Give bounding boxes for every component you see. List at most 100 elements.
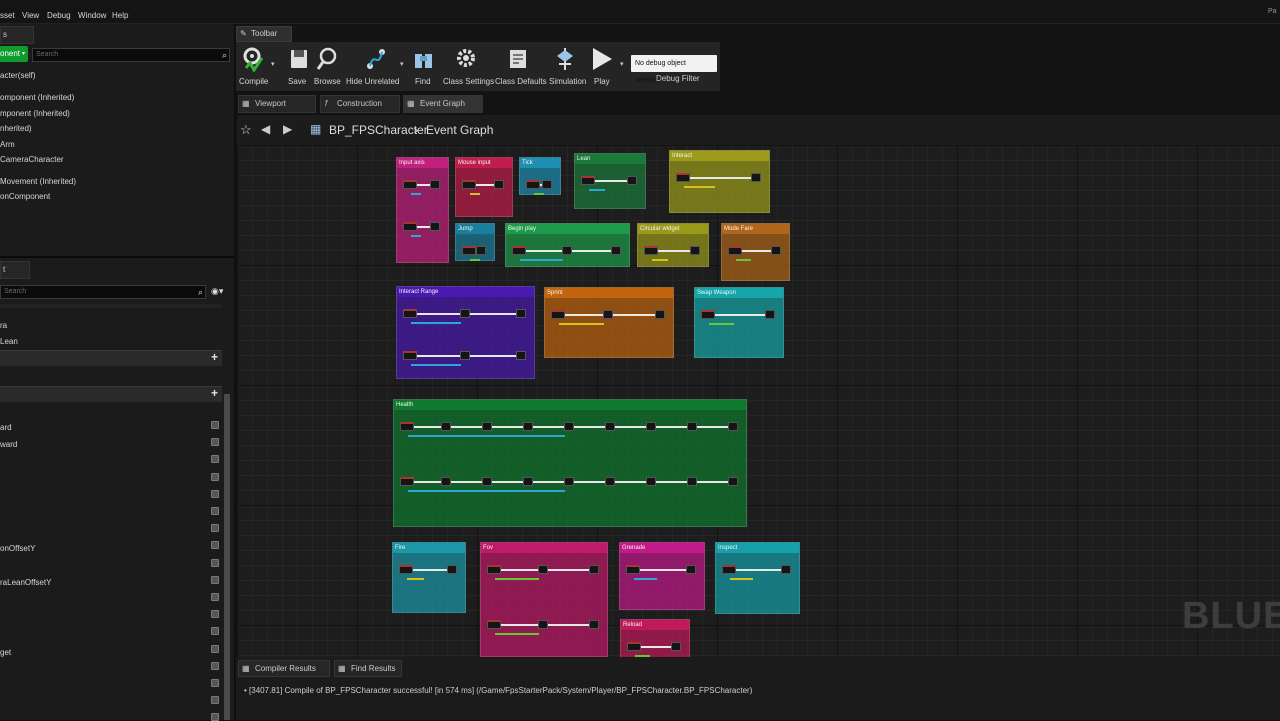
- graph-node[interactable]: [644, 246, 658, 255]
- eye-icon[interactable]: [211, 507, 219, 515]
- graph-node[interactable]: [611, 246, 621, 255]
- graph-node[interactable]: [403, 222, 417, 231]
- graph-node[interactable]: [728, 477, 738, 486]
- save-button[interactable]: Save: [286, 42, 308, 92]
- eye-icon[interactable]: [211, 489, 219, 498]
- comment-box[interactable]: Grenade: [619, 542, 705, 610]
- variable-item[interactable]: raLeanOffsetY: [0, 578, 51, 587]
- comment-box[interactable]: Inspect: [715, 542, 800, 614]
- star-icon[interactable]: ☆: [240, 122, 252, 138]
- comment-box[interactable]: Jump: [455, 223, 495, 261]
- graph-node[interactable]: [538, 565, 548, 574]
- menu-window[interactable]: Window: [78, 11, 106, 20]
- variable-item[interactable]: get: [0, 648, 11, 657]
- graph-node[interactable]: [487, 565, 501, 574]
- comment-box[interactable]: Input axis: [396, 157, 449, 263]
- graph-node[interactable]: [751, 173, 761, 182]
- graph-node[interactable]: [430, 222, 440, 231]
- comment-box[interactable]: Circular widget: [637, 223, 709, 267]
- graph-node[interactable]: [626, 565, 640, 574]
- graph-node[interactable]: [403, 180, 417, 189]
- comment-box[interactable]: Interact Range: [396, 286, 535, 379]
- eye-icon[interactable]: [211, 541, 219, 550]
- comment-box[interactable]: Mouse input: [455, 157, 513, 217]
- graph-node[interactable]: [589, 620, 599, 629]
- comment-box[interactable]: Reload: [620, 619, 690, 659]
- add-function-icon[interactable]: +: [211, 350, 218, 364]
- graph-node[interactable]: [551, 310, 565, 319]
- graph-node[interactable]: [482, 477, 492, 486]
- graph-node[interactable]: [462, 180, 476, 189]
- view-options-icon[interactable]: ◉▾: [211, 286, 223, 297]
- graph-node[interactable]: [523, 477, 533, 486]
- component-item[interactable]: onComponent: [0, 192, 50, 201]
- variable-item[interactable]: onOffsetY: [0, 544, 35, 553]
- graph-node[interactable]: [676, 173, 690, 182]
- graph-node[interactable]: [605, 477, 615, 486]
- comment-box[interactable]: Tick: [519, 157, 561, 195]
- comment-box[interactable]: Lean: [574, 153, 646, 209]
- forward-arrow-icon[interactable]: ▶: [283, 122, 292, 136]
- graph-node[interactable]: [687, 422, 697, 431]
- component-item[interactable]: nherited): [0, 124, 32, 133]
- tab-construction-script[interactable]: f Construction Scrip: [320, 95, 400, 124]
- graph-node[interactable]: [403, 309, 417, 318]
- add-component-button[interactable]: onent ▾: [0, 46, 28, 62]
- graph-node[interactable]: [400, 422, 414, 431]
- comment-box[interactable]: Health: [393, 399, 747, 527]
- graph-node[interactable]: [671, 642, 681, 651]
- comment-box[interactable]: Fire: [392, 542, 466, 613]
- variable-item[interactable]: ward: [0, 440, 17, 449]
- graph-node[interactable]: [646, 477, 656, 486]
- graph-node[interactable]: [462, 246, 476, 255]
- component-item[interactable]: acter(self): [0, 71, 36, 80]
- graph-node[interactable]: [441, 477, 451, 486]
- graph-node[interactable]: [771, 246, 781, 255]
- comment-box[interactable]: Mode Fare: [721, 223, 790, 281]
- variable-item[interactable]: ard: [0, 423, 12, 432]
- chevron-down-icon[interactable]: ▾: [400, 60, 404, 68]
- class-defaults-button[interactable]: Class Defaults: [493, 42, 547, 92]
- comment-box[interactable]: Swap Weapon: [694, 287, 784, 358]
- tab-viewport[interactable]: ▦ Viewport: [238, 95, 316, 113]
- menu-view[interactable]: View: [22, 11, 39, 20]
- event-graph-canvas[interactable]: Input axis Mouse input Tick Lean Interact Jum…: [237, 145, 1280, 659]
- graph-node[interactable]: [687, 477, 697, 486]
- eye-icon[interactable]: [211, 558, 219, 567]
- eye-icon[interactable]: [211, 524, 219, 533]
- graph-node[interactable]: [701, 310, 715, 319]
- menu-debug[interactable]: Debug: [47, 11, 71, 20]
- graph-node[interactable]: [581, 176, 595, 185]
- graph-node[interactable]: [523, 422, 533, 431]
- graph-node[interactable]: [487, 620, 501, 629]
- left-panel-scrollbar[interactable]: [224, 394, 230, 720]
- find-button[interactable]: Find: [412, 42, 434, 92]
- back-arrow-icon[interactable]: ◀: [261, 122, 270, 136]
- comment-box[interactable]: Begin play: [505, 223, 630, 267]
- graph-node[interactable]: [447, 565, 457, 574]
- eye-icon[interactable]: [211, 661, 219, 670]
- graph-node[interactable]: [605, 422, 615, 431]
- eye-icon[interactable]: [211, 696, 219, 705]
- my-blueprint-tab[interactable]: t: [0, 261, 30, 279]
- graph-node[interactable]: [399, 565, 413, 574]
- graph-item[interactable]: Lean: [0, 337, 18, 346]
- graph-node[interactable]: [516, 309, 526, 318]
- graph-node[interactable]: [728, 246, 742, 255]
- component-item[interactable]: omponent (Inherited): [0, 93, 74, 102]
- eye-icon[interactable]: [211, 472, 219, 481]
- graph-node[interactable]: [542, 180, 552, 189]
- components-tab[interactable]: s: [0, 26, 34, 44]
- graph-node[interactable]: [627, 176, 637, 185]
- browse-button[interactable]: Browse: [313, 42, 341, 92]
- graph-node[interactable]: [564, 422, 574, 431]
- tab-find-results[interactable]: ▦ Find Results: [334, 660, 402, 677]
- graph-node[interactable]: [538, 620, 548, 629]
- comment-box[interactable]: Fov: [480, 542, 608, 657]
- graph-node[interactable]: [494, 180, 504, 189]
- graph-node[interactable]: [655, 310, 665, 319]
- graph-node[interactable]: [627, 642, 641, 651]
- chevron-down-icon[interactable]: ▾: [620, 60, 624, 68]
- tab-compiler-results[interactable]: ▦ Compiler Results: [238, 660, 330, 677]
- eye-icon[interactable]: [211, 610, 219, 619]
